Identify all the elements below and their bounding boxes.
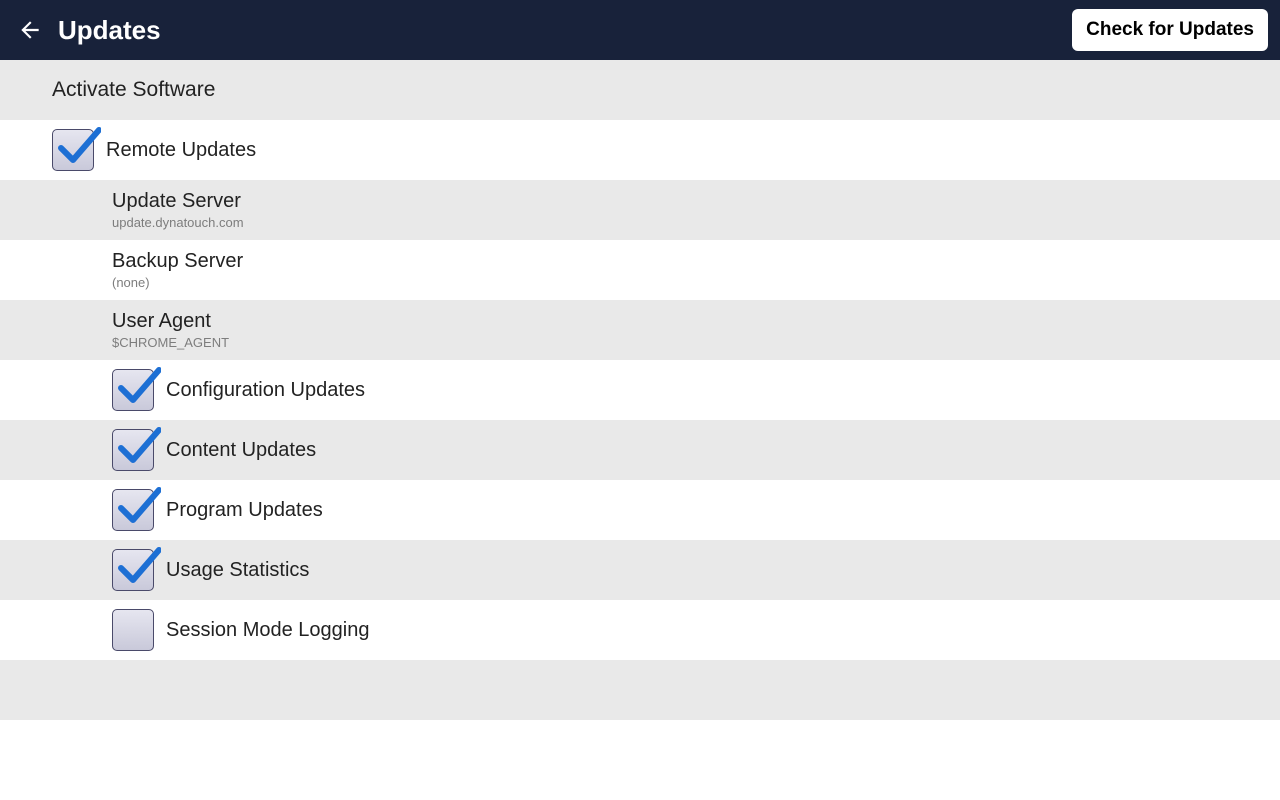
back-button[interactable]: [12, 12, 48, 48]
checkmark-icon: [115, 424, 161, 470]
checkmark-icon: [55, 124, 101, 170]
checkmark-icon: [115, 484, 161, 530]
user-agent-value: $CHROME_AGENT: [112, 335, 229, 350]
remote-updates-label: Remote Updates: [106, 139, 256, 162]
checkmark-icon: [115, 364, 161, 410]
content-updates-row[interactable]: Content Updates: [0, 420, 1280, 480]
update-server-label: Update Server: [112, 190, 241, 213]
content-updates-checkbox[interactable]: [112, 429, 154, 471]
backup-server-label: Backup Server: [112, 250, 243, 273]
check-for-updates-button[interactable]: Check for Updates: [1072, 9, 1268, 51]
program-updates-row[interactable]: Program Updates: [0, 480, 1280, 540]
usage-statistics-checkbox[interactable]: [112, 549, 154, 591]
remote-updates-checkbox[interactable]: [52, 129, 94, 171]
configuration-updates-checkbox[interactable]: [112, 369, 154, 411]
page-title: Updates: [58, 15, 1072, 46]
activate-software-row[interactable]: Activate Software: [0, 60, 1280, 120]
configuration-updates-row[interactable]: Configuration Updates: [0, 360, 1280, 420]
session-mode-logging-checkbox[interactable]: [112, 609, 154, 651]
spacer-row: [0, 660, 1280, 720]
program-updates-label: Program Updates: [166, 499, 323, 522]
session-mode-logging-label: Session Mode Logging: [166, 619, 369, 642]
session-mode-logging-row[interactable]: Session Mode Logging: [0, 600, 1280, 660]
program-updates-checkbox[interactable]: [112, 489, 154, 531]
activate-software-label: Activate Software: [52, 78, 215, 102]
content: Activate Software Remote Updates Update …: [0, 60, 1280, 720]
configuration-updates-label: Configuration Updates: [166, 379, 365, 402]
update-server-row[interactable]: Update Server update.dynatouch.com: [0, 180, 1280, 240]
usage-statistics-label: Usage Statistics: [166, 559, 309, 582]
remote-updates-row[interactable]: Remote Updates: [0, 120, 1280, 180]
backup-server-row[interactable]: Backup Server (none): [0, 240, 1280, 300]
content-updates-label: Content Updates: [166, 439, 316, 462]
arrow-left-icon: [17, 17, 43, 43]
checkmark-icon: [115, 544, 161, 590]
user-agent-label: User Agent: [112, 310, 211, 333]
user-agent-row[interactable]: User Agent $CHROME_AGENT: [0, 300, 1280, 360]
update-server-value: update.dynatouch.com: [112, 215, 244, 230]
backup-server-value: (none): [112, 275, 150, 290]
usage-statistics-row[interactable]: Usage Statistics: [0, 540, 1280, 600]
header: Updates Check for Updates: [0, 0, 1280, 60]
